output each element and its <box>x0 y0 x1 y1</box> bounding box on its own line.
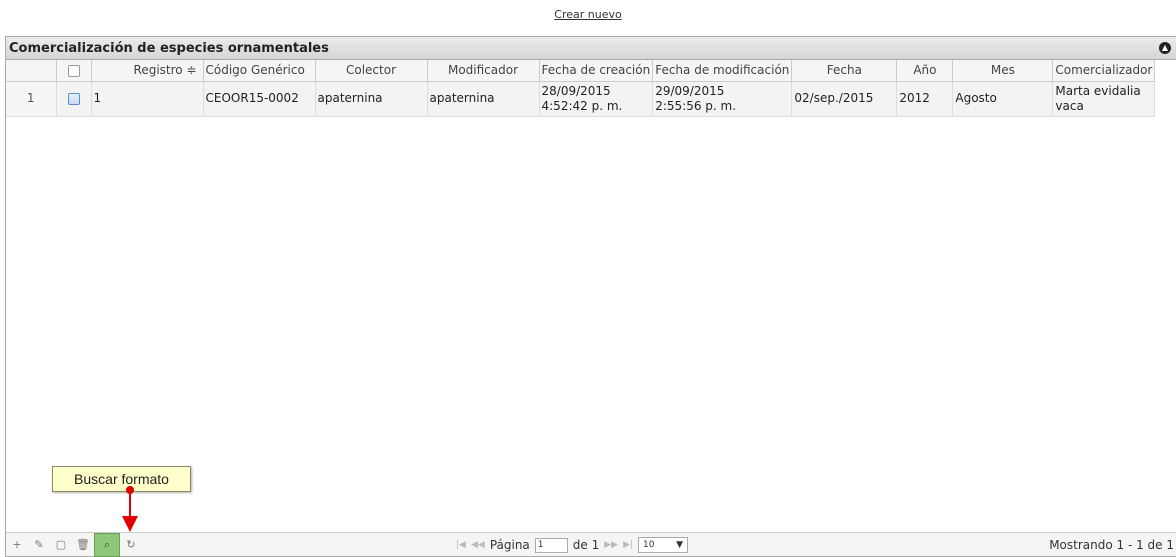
cell-codigo: CEOOR15-0002 <box>203 81 316 117</box>
add-icon[interactable]: + <box>6 534 28 556</box>
row-number: 1 <box>6 81 57 117</box>
first-page-icon[interactable]: |◀ <box>456 540 466 550</box>
cell-comercializador-line2: vaca <box>1055 98 1084 113</box>
chevron-down-icon: ▼ <box>676 540 684 550</box>
header-modificador[interactable]: Modificador <box>427 60 540 82</box>
header-anio[interactable]: Año <box>896 60 954 82</box>
create-new-link-wrap: Crear nuevo <box>0 8 1176 21</box>
rows-per-page-select[interactable]: 10 ▼ <box>638 537 689 553</box>
cell-fecha-creacion: 28/09/2015 4:52:42 p. m. <box>539 81 654 117</box>
search-icon[interactable]: ⌕ <box>94 532 120 557</box>
header-row: Registro ≑ Código Genérico Colector Modi… <box>6 60 1156 82</box>
cell-anio: 2012 <box>896 81 954 117</box>
header-fecha[interactable]: Fecha <box>791 60 898 82</box>
prev-page-icon[interactable]: ◀◀ <box>471 540 485 550</box>
cell-fecha-modificacion-time: 2:55:56 p. m. <box>655 98 737 113</box>
header-mes[interactable]: Mes <box>952 60 1054 82</box>
header-comercializador[interactable]: Comercializador <box>1052 60 1156 82</box>
delete-icon[interactable]: 🗑 <box>72 534 94 556</box>
collapse-icon[interactable]: ▲ <box>1159 42 1171 54</box>
create-new-link[interactable]: Crear nuevo <box>554 8 621 21</box>
cell-mes: Agosto <box>952 81 1054 117</box>
cell-fecha-modificacion: 29/09/2015 2:55:56 p. m. <box>652 81 793 117</box>
next-page-icon[interactable]: ▶▶ <box>604 540 618 550</box>
cell-fecha-creacion-time: 4:52:42 p. m. <box>541 98 623 113</box>
grid-caption: Comercialización de especies ornamentale… <box>6 37 1176 60</box>
page-input[interactable]: 1 <box>534 537 568 553</box>
view-icon[interactable]: ▢ <box>50 534 72 556</box>
grid-table: Registro ≑ Código Genérico Colector Modi… <box>6 60 1156 117</box>
cell-fecha-modificacion-date: 29/09/2015 <box>655 83 725 98</box>
page-label: Página <box>489 538 530 552</box>
cell-fecha: 02/sep./2015 <box>791 81 898 117</box>
pager-center: |◀ ◀◀ Página 1 de 1 ▶▶ ▶| 10 ▼ <box>456 533 689 557</box>
last-page-icon[interactable]: ▶| <box>623 540 633 550</box>
cell-fecha-creacion-date: 28/09/2015 <box>541 83 611 98</box>
cell-comercializador: Marta evidalia vaca <box>1052 81 1156 117</box>
select-all-checkbox[interactable] <box>67 64 80 77</box>
grid-title: Comercialización de especies ornamentale… <box>9 40 329 56</box>
edit-icon[interactable]: ✎ <box>28 534 50 556</box>
cell-modificador: apaternina <box>427 81 540 117</box>
header-select-all[interactable] <box>56 60 92 82</box>
header-registro[interactable]: Registro ≑ <box>91 60 204 82</box>
header-fecha-modificacion[interactable]: Fecha de modificación <box>652 60 793 82</box>
rows-per-page-value: 10 <box>643 540 655 550</box>
annotation-arrow-icon <box>122 486 138 532</box>
cell-colector: apaternina <box>315 81 428 117</box>
arrow-head <box>122 516 138 532</box>
row-select[interactable] <box>56 81 92 117</box>
header-fecha-creacion[interactable]: Fecha de creación <box>539 60 654 82</box>
page-of-label: de 1 <box>572 538 600 552</box>
grid-pager: + ✎ ▢ 🗑 ⌕ ↻ |◀ ◀◀ Página 1 de 1 ▶▶ ▶| 10… <box>6 532 1176 557</box>
refresh-icon[interactable]: ↻ <box>120 534 142 556</box>
header-codigo[interactable]: Código Genérico <box>203 60 316 82</box>
cell-registro: 1 <box>91 81 204 117</box>
cell-comercializador-line1: Marta evidalia <box>1055 83 1141 98</box>
row-checkbox[interactable] <box>67 92 80 105</box>
table-row[interactable]: 1 1 CEOOR15-0002 apaternina apaternina 2… <box>6 81 1156 117</box>
records-info: Mostrando 1 - 1 de 1 <box>1049 538 1174 552</box>
header-colector[interactable]: Colector <box>315 60 428 82</box>
header-rownum <box>6 60 57 82</box>
